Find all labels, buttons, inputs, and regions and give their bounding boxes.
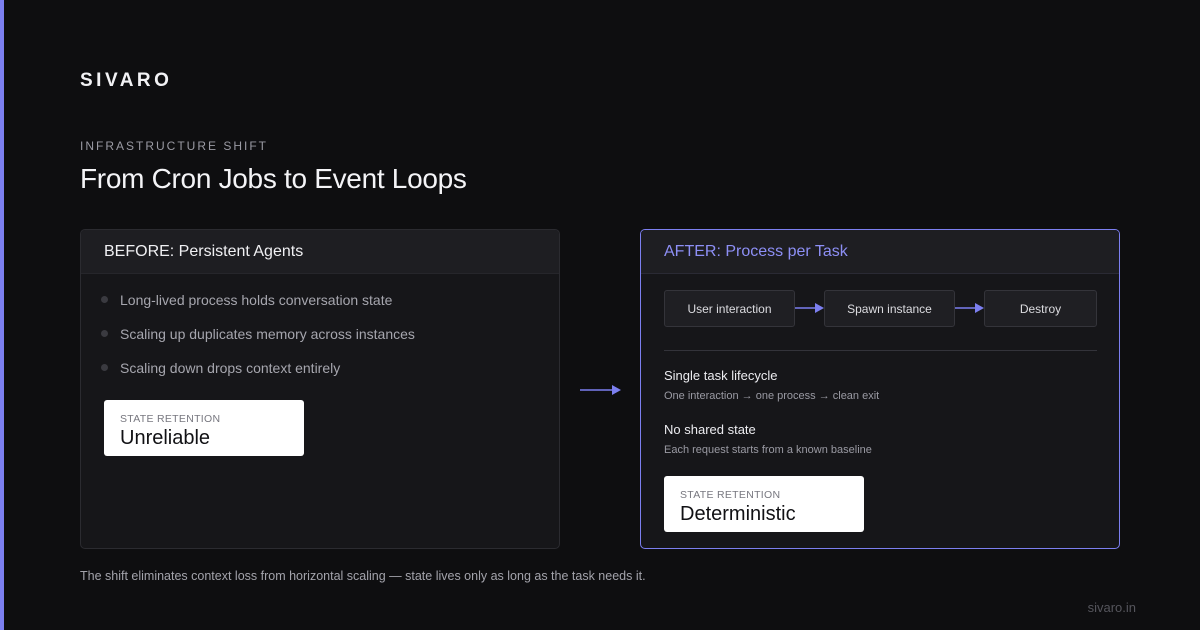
after-card: AFTER: Process per Task User interaction…: [640, 229, 1120, 549]
arrow-right-icon: [580, 385, 621, 395]
state-retention-value: Unreliable: [120, 427, 211, 449]
before-state-box: STATE RETENTION Unreliable: [104, 400, 304, 456]
after-card-heading: AFTER: Process per Task: [641, 230, 1119, 274]
flow-step-user-interaction: User interaction: [664, 290, 795, 327]
bullet-text: Long-lived process holds conversation st…: [120, 292, 393, 308]
flow-step-destroy: Destroy: [984, 290, 1097, 327]
bullet-text: Scaling up duplicates memory across inst…: [120, 326, 415, 342]
state-retention-label: STATE RETENTION: [680, 489, 781, 501]
accent-bar: [0, 0, 4, 630]
bullet-item: Scaling up duplicates memory across inst…: [101, 326, 415, 360]
process-flow: User interaction Spawn instance Destroy: [664, 290, 1097, 327]
bullet-item: Scaling down drops context entirely: [101, 360, 415, 394]
feature-title: No shared state: [664, 422, 756, 437]
page-title: From Cron Jobs to Event Loops: [80, 163, 467, 194]
bullet-item: Long-lived process holds conversation st…: [101, 292, 415, 326]
eyebrow-label: INFRASTRUCTURE SHIFT: [80, 139, 268, 153]
state-retention-label: STATE RETENTION: [120, 413, 221, 425]
feature-description: Each request starts from a known baselin…: [664, 444, 872, 456]
after-state-box: STATE RETENTION Deterministic: [664, 476, 864, 532]
footer-note: The shift eliminates context loss from h…: [80, 569, 646, 583]
site-url: sivaro.in: [1087, 600, 1136, 615]
bullet-dot-icon: [101, 330, 108, 337]
arrow-right-icon: [795, 303, 824, 313]
bullet-dot-icon: [101, 296, 108, 303]
arrow-right-icon: [955, 303, 984, 313]
before-bullet-list: Long-lived process holds conversation st…: [101, 292, 415, 394]
state-retention-value: Deterministic: [680, 503, 796, 525]
feature-title: Single task lifecycle: [664, 368, 778, 383]
divider: [664, 350, 1097, 351]
bullet-text: Scaling down drops context entirely: [120, 360, 341, 376]
before-card-heading: BEFORE: Persistent Agents: [81, 230, 559, 274]
flow-step-spawn-instance: Spawn instance: [824, 290, 955, 327]
feature-description: One interaction → one process → clean ex…: [664, 390, 880, 402]
bullet-dot-icon: [101, 364, 108, 371]
before-card: BEFORE: Persistent Agents Long-lived pro…: [80, 229, 560, 549]
brand-logo: SIVARO: [80, 70, 173, 91]
